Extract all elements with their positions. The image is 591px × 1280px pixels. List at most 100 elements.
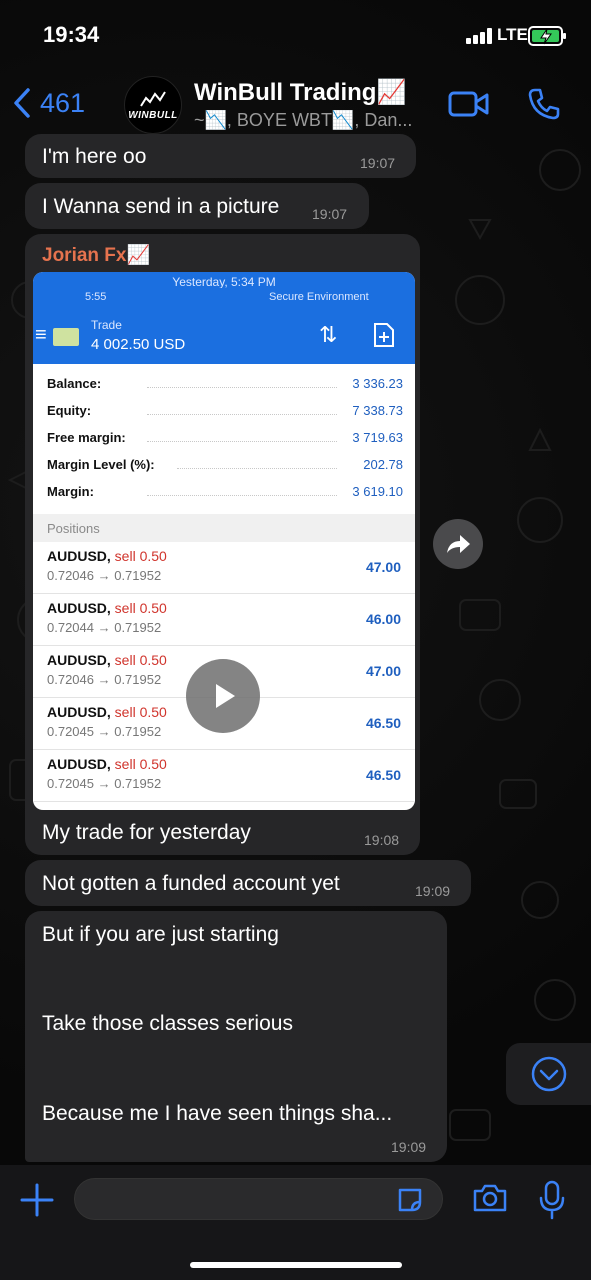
play-icon bbox=[216, 684, 235, 708]
message-text: I Wanna send in a picture bbox=[42, 195, 280, 218]
message-line: Take those classes serious bbox=[42, 1012, 293, 1035]
dotted-leader bbox=[147, 430, 337, 442]
account-value: 7 338.73 bbox=[352, 403, 403, 418]
play-button[interactable] bbox=[186, 659, 260, 733]
account-value: 3 336.23 bbox=[352, 376, 403, 391]
status-time: 19:34 bbox=[43, 22, 100, 47]
position-symbol: AUDUSD, bbox=[47, 600, 111, 616]
message-bubble[interactable]: I Wanna send in a picture 19:07 bbox=[25, 183, 369, 229]
position-prices: 0.72044 → 0.71952 bbox=[47, 620, 162, 635]
dotted-leader bbox=[147, 484, 337, 496]
account-row: Margin Level (%): 202.78 bbox=[47, 453, 403, 475]
chat-header: 461 WINBULL WinBull Trading📈 ~📉, BOYE WB… bbox=[0, 70, 591, 140]
account-label: Margin Level (%): bbox=[47, 457, 155, 472]
position-symbol: AUDUSD, bbox=[47, 652, 111, 668]
dotted-leader bbox=[177, 457, 337, 469]
message-line: Because me I have seen things sha... bbox=[42, 1102, 393, 1125]
account-label: Balance: bbox=[47, 376, 102, 391]
message-time: 19:07 bbox=[312, 206, 348, 222]
account-value: 3 619.10 bbox=[352, 484, 403, 499]
microphone-button[interactable] bbox=[538, 1180, 566, 1220]
hamburger-menu-icon: ≡ bbox=[35, 324, 47, 346]
screenshot-toolbar: ≡ Trade 4 002.50 USD ⇅ bbox=[33, 308, 415, 364]
message-time: 19:09 bbox=[415, 883, 451, 899]
sticker-button[interactable] bbox=[396, 1186, 424, 1214]
avatar-brand-text: WINBULL bbox=[128, 109, 178, 121]
group-members[interactable]: ~📉, BOYE WBT📉, Dan... bbox=[194, 110, 412, 131]
status-bar: 19:34 LTE bbox=[0, 0, 591, 70]
home-indicator bbox=[190, 1262, 402, 1268]
bull-logo-icon bbox=[140, 90, 166, 107]
dotted-leader bbox=[147, 403, 337, 415]
account-row: Margin: 3 619.10 bbox=[47, 480, 403, 502]
position-side: sell 0.50 bbox=[114, 652, 167, 668]
message-line: But if you are just starting bbox=[42, 923, 279, 946]
position-row: AUDUSD, sell 0.50 0.72046 → 0.71952 47.0… bbox=[33, 542, 415, 594]
message-bubble[interactable]: But if you are just starting Take those … bbox=[25, 911, 447, 1162]
back-button[interactable]: 461 bbox=[10, 86, 85, 120]
video-thumbnail[interactable]: Yesterday, 5:34 PM 5:55 Secure Environme… bbox=[33, 272, 415, 810]
message-time: 19:08 bbox=[364, 832, 400, 848]
attach-plus-button[interactable] bbox=[20, 1183, 54, 1217]
account-label: Margin: bbox=[47, 484, 94, 499]
position-side: sell 0.50 bbox=[114, 756, 167, 772]
scroll-to-bottom-button[interactable] bbox=[506, 1043, 591, 1105]
group-avatar[interactable]: WINBULL bbox=[124, 76, 182, 134]
signal-icon bbox=[466, 28, 492, 44]
screenshot-toolbar-title: Trade bbox=[91, 318, 122, 332]
camera-button[interactable] bbox=[472, 1183, 508, 1213]
position-prices: 0.72045 → 0.71952 bbox=[47, 724, 162, 739]
message-input[interactable] bbox=[74, 1178, 443, 1220]
network-type: LTE bbox=[497, 25, 528, 44]
account-row: Equity: 7 338.73 bbox=[47, 399, 403, 421]
chevron-left-icon bbox=[14, 88, 30, 118]
account-row: Balance: 3 336.23 bbox=[47, 372, 403, 394]
sort-arrows-icon: ⇅ bbox=[319, 322, 338, 347]
composer-bar bbox=[0, 1165, 591, 1280]
position-side: sell 0.50 bbox=[114, 704, 167, 720]
dotted-leader bbox=[147, 376, 337, 388]
position-side: sell 0.50 bbox=[114, 600, 167, 616]
phone-call-button[interactable] bbox=[527, 87, 561, 121]
message-text: I'm here oo bbox=[42, 145, 147, 168]
account-value: 202.78 bbox=[363, 457, 403, 472]
position-symbol: AUDUSD, bbox=[47, 704, 111, 720]
message-text: Not gotten a funded account yet bbox=[42, 872, 340, 895]
positions-header: Positions bbox=[33, 514, 415, 542]
account-value: 3 719.63 bbox=[352, 430, 403, 445]
positions-header-label: Positions bbox=[47, 521, 100, 536]
message-time: 19:09 bbox=[391, 1139, 427, 1155]
screenshot-secure-label: Secure Environment bbox=[269, 291, 369, 303]
screenshot-toolbar-amount: 4 002.50 USD bbox=[91, 336, 186, 353]
position-profit: 46.50 bbox=[365, 715, 401, 731]
forward-arrow-icon bbox=[447, 535, 470, 553]
position-symbol: AUDUSD, bbox=[47, 756, 111, 772]
message-time: 19:07 bbox=[360, 155, 396, 171]
account-row: Free margin: 3 719.63 bbox=[47, 426, 403, 448]
message-bubble[interactable]: I'm here oo 19:07 bbox=[25, 134, 416, 178]
position-profit: 46.00 bbox=[365, 611, 401, 627]
position-row: AUDUSD, sell 0.50 0.72045 → 0.71952 46.5… bbox=[33, 750, 415, 802]
position-profit: 47.00 bbox=[365, 559, 401, 575]
sender-name[interactable]: Jorian Fx📈 bbox=[42, 243, 150, 267]
message-bubble[interactable]: Not gotten a funded account yet 19:09 bbox=[25, 860, 471, 906]
position-profit: 47.00 bbox=[365, 663, 401, 679]
position-prices: 0.72046 → 0.71952 bbox=[47, 568, 162, 583]
position-prices: 0.72046 → 0.71952 bbox=[47, 672, 162, 687]
account-label: Free margin: bbox=[47, 430, 126, 445]
position-row: AUDUSD, sell 0.50 0.72044 → 0.71952 46.0… bbox=[33, 594, 415, 646]
battery-charging-icon bbox=[528, 26, 566, 46]
position-prices: 0.72045 → 0.71952 bbox=[47, 776, 162, 791]
forward-button[interactable] bbox=[433, 519, 483, 569]
group-title[interactable]: WinBull Trading📈 bbox=[194, 78, 406, 107]
chevron-down-circle-icon bbox=[531, 1056, 566, 1092]
position-symbol: AUDUSD, bbox=[47, 548, 111, 564]
account-label: Equity: bbox=[47, 403, 92, 418]
screenshot-status-bar: 5:55 Secure Environment bbox=[33, 288, 415, 308]
video-call-button[interactable] bbox=[448, 90, 490, 118]
position-profit: 46.50 bbox=[365, 767, 401, 783]
unread-count: 461 bbox=[40, 87, 86, 118]
flag-icon bbox=[53, 328, 79, 346]
new-order-icon bbox=[374, 323, 394, 347]
media-message-bubble[interactable]: Jorian Fx📈 Yesterday, 5:34 PM 5:55 Secur… bbox=[25, 234, 420, 855]
